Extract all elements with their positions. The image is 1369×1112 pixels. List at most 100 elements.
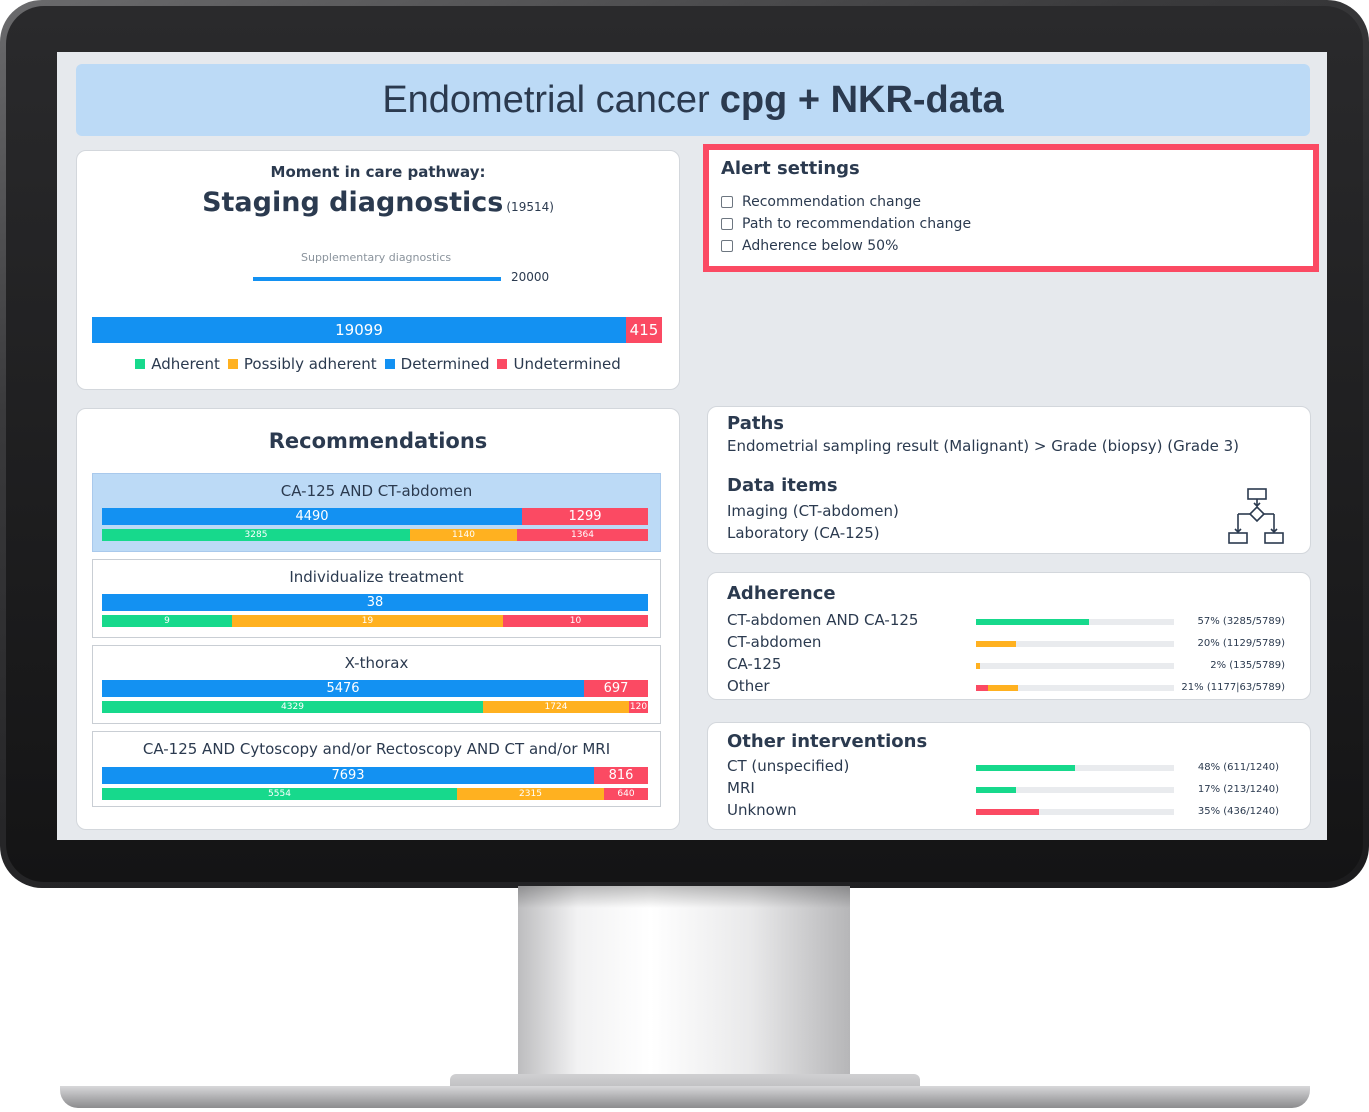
progress-fill xyxy=(976,787,1016,793)
progress-track xyxy=(976,685,1174,691)
progress-fill xyxy=(976,663,980,669)
supplementary-label: Supplementary diagnostics xyxy=(301,251,452,264)
stage-bar[interactable]: 19099 415 xyxy=(92,317,662,343)
recommendation-item[interactable]: CA-125 AND Cytoscopy and/or Rectoscopy A… xyxy=(92,731,661,807)
progress-track xyxy=(976,663,1174,669)
intervention-row[interactable]: Unknown 35% (436/1240) xyxy=(727,801,1297,823)
bar-nonadherent: 120 xyxy=(629,701,648,713)
title-prefix: Endometrial cancer xyxy=(382,78,710,121)
other-interventions-title: Other interventions xyxy=(727,731,928,752)
recommendation-item[interactable]: Individualize treatment 38 9 19 10 xyxy=(92,559,661,638)
moment-label: Moment in care pathway: xyxy=(270,163,486,181)
paths-card: Paths Endometrial sampling result (Malig… xyxy=(707,406,1311,554)
row-percentage: 57% (3285/5789) xyxy=(1197,616,1285,627)
progress-track xyxy=(976,641,1174,647)
row-percentage: 20% (1129/5789) xyxy=(1197,638,1285,649)
stage-heading: Staging diagnostics (19514) xyxy=(77,187,679,218)
intervention-row[interactable]: CT (unspecified) 48% (611/1240) xyxy=(727,757,1297,779)
recommendations-card: Recommendations CA-125 AND CT-abdomen 44… xyxy=(76,408,680,830)
stage-bar-undetermined[interactable]: 415 xyxy=(626,317,662,343)
legend-item-adherent: Adherent xyxy=(135,355,220,373)
bar-undetermined: 1299 xyxy=(522,508,648,525)
adherence-row[interactable]: CT-abdomen 20% (1129/5789) xyxy=(727,633,1297,655)
row-label: CT-abdomen AND CA-125 xyxy=(727,611,919,629)
bar-nonadherent: 640 xyxy=(604,788,648,800)
recommendation-item[interactable]: CA-125 AND CT-abdomen 4490 1299 3285 114… xyxy=(92,473,661,552)
legend-item-undetermined: Undetermined xyxy=(497,355,621,373)
recommendations-title: Recommendations xyxy=(268,429,488,453)
recommendation-title: CA-125 AND CT-abdomen xyxy=(280,482,473,500)
other-interventions-card: Other interventions CT (unspecified) 48%… xyxy=(707,722,1311,830)
bar-determined: 38 xyxy=(102,594,648,611)
checkbox[interactable] xyxy=(721,218,733,230)
row-label: CT (unspecified) xyxy=(727,757,850,775)
supplementary-bar xyxy=(253,277,501,281)
legend-item-determined: Determined xyxy=(384,355,489,373)
bar-possibly-adherent: 2315 xyxy=(457,788,604,800)
bar-determined: 5476 xyxy=(102,680,584,697)
recommendation-item[interactable]: X-thorax 5476 697 4329 1724 120 xyxy=(92,645,661,724)
legend-item-possibly-adherent: Possibly adherent xyxy=(227,355,377,373)
monitor-stand-base xyxy=(60,1086,1310,1108)
bar-nonadherent: 1364 xyxy=(517,529,648,541)
page-title: Endometrial cancer cpg + NKR-data xyxy=(76,64,1310,136)
recommendation-title: X-thorax xyxy=(344,654,409,672)
stage-count: (19514) xyxy=(506,200,554,214)
progress-track xyxy=(976,787,1174,793)
alert-settings-panel: Alert settings Recommendation change Pat… xyxy=(703,144,1319,272)
path-text[interactable]: Endometrial sampling result (Malignant) … xyxy=(727,437,1239,455)
adherence-row[interactable]: CA-125 2% (135/5789) xyxy=(727,655,1297,677)
alert-option-recommendation-change[interactable]: Recommendation change xyxy=(721,194,921,210)
data-items-title: Data items xyxy=(727,475,838,496)
row-label: Unknown xyxy=(727,801,797,819)
supplementary-value: 20000 xyxy=(511,270,550,284)
bar-possibly-adherent: 1140 xyxy=(410,529,517,541)
paths-title: Paths xyxy=(727,413,784,434)
row-label: MRI xyxy=(727,779,755,797)
bar-undetermined: 697 xyxy=(584,680,648,697)
row-percentage: 48% (611/1240) xyxy=(1197,762,1279,773)
intervention-row[interactable]: MRI 17% (213/1240) xyxy=(727,779,1297,801)
checkbox[interactable] xyxy=(721,240,733,252)
legend: Adherent Possibly adherent Determined Un… xyxy=(77,355,679,373)
progress-fill xyxy=(987,685,1018,691)
adherence-title: Adherence xyxy=(727,583,836,604)
title-bold: cpg + NKR-data xyxy=(719,78,1004,121)
flowchart-icon[interactable] xyxy=(1228,487,1286,547)
alert-option-adherence-below[interactable]: Adherence below 50% xyxy=(721,238,898,254)
bar-possibly-adherent: 19 xyxy=(232,615,503,627)
row-label: Other xyxy=(727,677,770,695)
row-percentage: 2% (135/5789) xyxy=(1210,660,1285,671)
bar-adherent: 5554 xyxy=(102,788,457,800)
progress-fill xyxy=(976,809,1040,815)
bar-adherent: 9 xyxy=(102,615,232,627)
row-label: CA-125 xyxy=(727,655,782,673)
bar-adherent: 3285 xyxy=(102,529,410,541)
bar-determined: 7693 xyxy=(102,767,594,784)
dashboard-screen: Endometrial cancer cpg + NKR-data Moment… xyxy=(57,52,1327,840)
adherence-row[interactable]: CT-abdomen AND CA-125 57% (3285/5789) xyxy=(727,611,1297,633)
moment-card: Moment in care pathway: Staging diagnost… xyxy=(76,150,680,390)
row-label: CT-abdomen xyxy=(727,633,822,651)
progress-track xyxy=(976,809,1174,815)
bar-possibly-adherent: 1724 xyxy=(483,701,629,713)
bar-undetermined: 816 xyxy=(594,767,648,784)
adherence-card: Adherence CT-abdomen AND CA-125 57% (328… xyxy=(707,572,1311,700)
bar-nonadherent: 10 xyxy=(503,615,648,627)
alert-option-path-change[interactable]: Path to recommendation change xyxy=(721,216,971,232)
checkbox[interactable] xyxy=(721,196,733,208)
data-item: Imaging (CT-abdomen) xyxy=(727,502,899,520)
bar-determined: 4490 xyxy=(102,508,522,525)
progress-fill xyxy=(976,765,1075,771)
progress-fill xyxy=(976,619,1089,625)
recommendation-title: CA-125 AND Cytoscopy and/or Rectoscopy A… xyxy=(142,740,611,758)
alert-settings-title: Alert settings xyxy=(721,158,860,179)
row-percentage: 21% (1177|63/5789) xyxy=(1181,682,1285,693)
row-percentage: 17% (213/1240) xyxy=(1197,784,1279,795)
row-percentage: 35% (436/1240) xyxy=(1197,806,1279,817)
adherence-row[interactable]: Other 21% (1177|63/5789) xyxy=(727,677,1297,699)
monitor-stand-neck xyxy=(518,886,850,1076)
stage-bar-determined[interactable]: 19099 xyxy=(92,317,626,343)
data-item: Laboratory (CA-125) xyxy=(727,524,880,542)
progress-fill-red xyxy=(976,685,988,691)
